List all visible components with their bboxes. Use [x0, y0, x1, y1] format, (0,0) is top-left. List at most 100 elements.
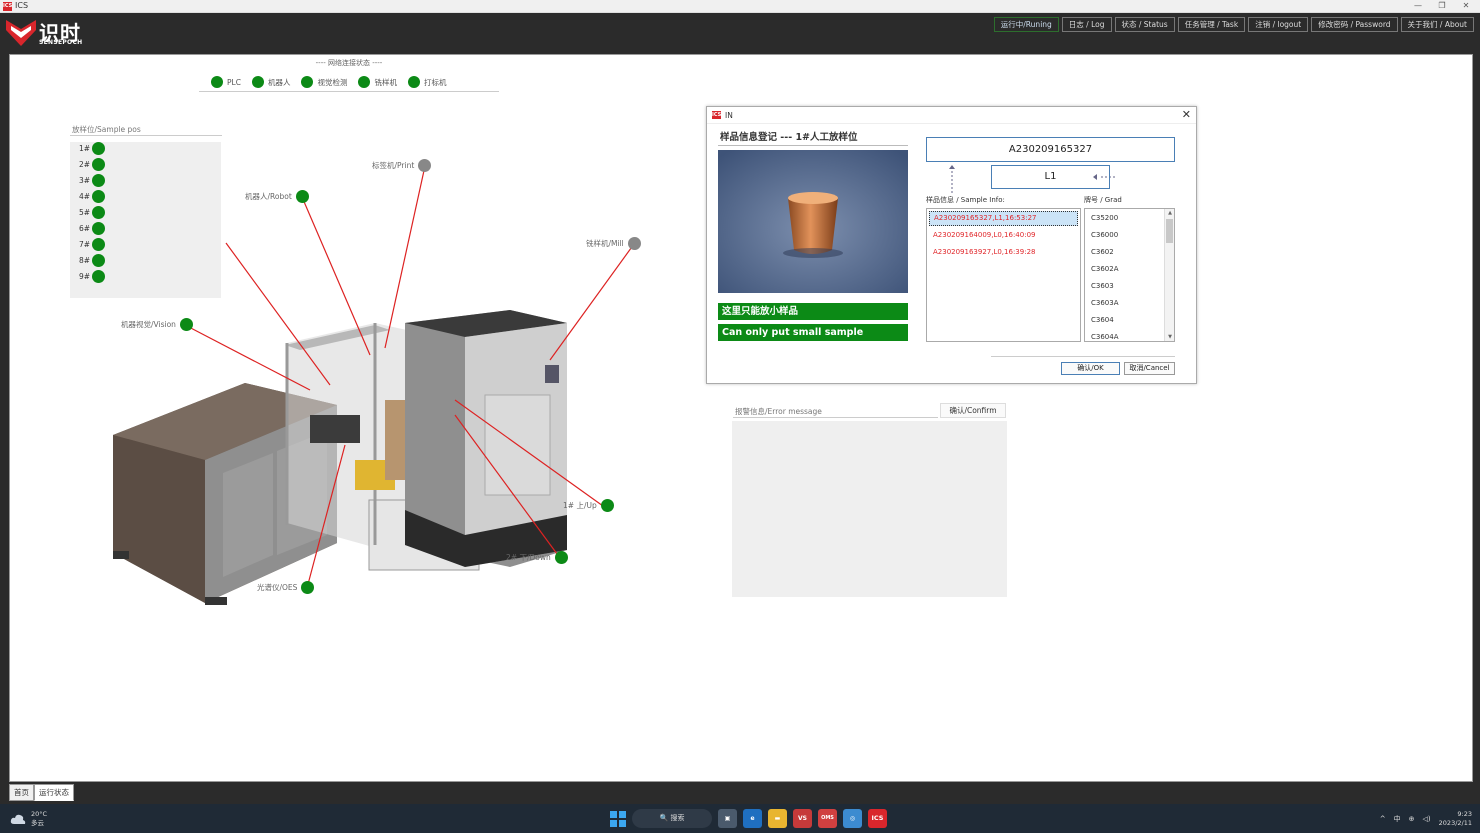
taskbar-search[interactable]: 🔍 搜索 — [632, 809, 712, 828]
callout-down[interactable]: 2# 下/Down — [506, 551, 568, 564]
grade-label: 牌号 / Grad — [1084, 196, 1122, 204]
tab-run-status[interactable]: 运行状态 — [34, 784, 74, 801]
cloud-icon — [10, 814, 26, 824]
callout-oes[interactable]: 光谱仪/OES — [257, 581, 315, 594]
scroll-thumb[interactable] — [1166, 219, 1173, 243]
list-item[interactable]: C3602A — [1091, 265, 1119, 273]
status-dot-icon — [295, 190, 309, 203]
callout-up[interactable]: 1# 上/Up — [563, 499, 614, 512]
tab-home[interactable]: 首页 — [9, 784, 34, 801]
net-status-robot: 机器人 — [251, 76, 290, 88]
net-status-mill: 铣样机 — [358, 76, 397, 88]
small-sample-warning-cn: 这里只能放小样品 — [718, 303, 908, 320]
location-input[interactable]: L1 — [991, 165, 1110, 189]
ime-indicator[interactable]: 中 — [1394, 814, 1401, 824]
sample-slot-2[interactable]: 2# — [70, 158, 105, 171]
sample-id-input[interactable]: A230209165327 — [926, 137, 1175, 162]
log-button[interactable]: 日志 / Log — [1061, 17, 1112, 32]
error-message-box — [732, 421, 1007, 597]
password-button[interactable]: 修改密码 / Password — [1311, 17, 1398, 32]
windows-start-icon[interactable] — [610, 810, 626, 827]
task-button[interactable]: 任务管理 / Task — [1177, 17, 1246, 32]
list-item[interactable]: C3604 — [1091, 316, 1114, 324]
clock[interactable]: 9:23 2023/2/11 — [1439, 810, 1472, 828]
status-dot-icon — [92, 270, 105, 283]
status-dot-icon — [179, 318, 193, 331]
weather-desc: 多云 — [31, 819, 44, 827]
status-dot-icon — [554, 551, 568, 564]
app-header: 识时 SENSEPOCH 运行中/Runing 日志 / Log 状态 / St… — [0, 13, 1480, 52]
list-item[interactable]: C3603A — [1091, 299, 1119, 307]
sample-info-list[interactable]: A230209165327,L1,16:53:27 A230209164009,… — [926, 208, 1081, 342]
network-icon[interactable]: ⊕ — [1409, 815, 1415, 823]
edge-browser-icon[interactable]: e — [743, 809, 762, 828]
cancel-button[interactable]: 取消/Cancel — [1124, 362, 1175, 375]
sample-slot-9[interactable]: 9# — [70, 270, 105, 283]
sample-slot-3[interactable]: 3# — [70, 174, 105, 187]
network-status: ---- 网络连接状态 ---- PLC 机器人 视觉检测 铣样机 打标机 — [199, 55, 499, 92]
ok-button[interactable]: 确认/OK — [1061, 362, 1120, 375]
list-item[interactable]: A230209165327,L1,16:53:27 — [929, 211, 1078, 226]
list-item[interactable]: C3603 — [1091, 282, 1114, 290]
weather-widget[interactable]: 20°C 多云 — [10, 810, 47, 828]
logo-text-en: SENSEPOCH — [39, 39, 83, 46]
sample-slot-5[interactable]: 5# — [70, 206, 105, 219]
close-icon[interactable]: ✕ — [1454, 0, 1478, 12]
volume-icon[interactable]: ◁) — [1423, 815, 1431, 823]
divider — [199, 91, 499, 92]
logout-button[interactable]: 注销 / logout — [1248, 17, 1309, 32]
status-dot-icon — [92, 190, 105, 203]
list-item[interactable]: C3604A — [1091, 333, 1119, 341]
list-item[interactable]: C3602 — [1091, 248, 1114, 256]
grade-list[interactable]: C35200 C36000 C3602 C3602A C3603 C3603A … — [1084, 208, 1175, 342]
callout-mill[interactable]: 铣样机/Mill — [586, 237, 641, 250]
vs-app-icon[interactable]: VS — [793, 809, 812, 828]
file-explorer-icon[interactable]: ▬ — [768, 809, 787, 828]
restore-icon[interactable]: ❐ — [1430, 0, 1454, 12]
status-dot-icon — [92, 206, 105, 219]
status-dot-icon — [301, 581, 315, 594]
main-panel: ---- 网络连接状态 ---- PLC 机器人 视觉检测 铣样机 打标机 放样… — [9, 54, 1473, 782]
about-button[interactable]: 关于我们 / About — [1400, 17, 1474, 32]
top-nav: 运行中/Runing 日志 / Log 状态 / Status 任务管理 / T… — [993, 17, 1474, 32]
status-dot-icon — [92, 174, 105, 187]
callout-vision[interactable]: 机器视觉/Vision — [121, 318, 193, 331]
callout-robot[interactable]: 机器人/Robot — [245, 190, 309, 203]
status-dot-icon — [627, 237, 641, 250]
list-item[interactable]: A230209163927,L0,16:39:28 — [929, 245, 1078, 260]
oms-app-icon[interactable]: OMS — [818, 809, 837, 828]
status-dot-icon — [92, 254, 105, 267]
status-dot-icon — [418, 159, 432, 172]
list-item[interactable]: C35200 — [1091, 214, 1118, 222]
divider — [718, 145, 908, 146]
divider — [733, 417, 938, 418]
dialog-title: IN — [725, 111, 733, 120]
scroll-down-icon[interactable]: ▼ — [1165, 334, 1175, 340]
sample-slot-1[interactable]: 1# — [70, 142, 105, 155]
weather-temp: 20°C — [31, 810, 48, 818]
network-app-icon[interactable]: ◎ — [843, 809, 862, 828]
sample-slot-6[interactable]: 6# — [70, 222, 105, 235]
status-dot-icon — [92, 142, 105, 155]
app-icon: ICS — [3, 2, 13, 11]
error-confirm-button[interactable]: 确认/Confirm — [940, 403, 1006, 418]
ics-app-icon[interactable]: ICS — [868, 809, 887, 828]
sample-slot-8[interactable]: 8# — [70, 254, 105, 267]
scroll-up-icon[interactable]: ▲ — [1165, 210, 1175, 216]
divider — [70, 135, 222, 136]
sample-slot-4[interactable]: 4# — [70, 190, 105, 203]
error-message-caption: 报警信息/Error message — [735, 407, 822, 416]
list-item[interactable]: C36000 — [1091, 231, 1118, 239]
tray-overflow-icon[interactable]: ^ — [1380, 815, 1386, 823]
status-button[interactable]: 状态 / Status — [1114, 17, 1175, 32]
minimize-icon[interactable]: — — [1406, 0, 1430, 12]
sample-pos-caption: 放样位/Sample pos — [72, 125, 141, 134]
sample-slot-7[interactable]: 7# — [70, 238, 105, 251]
callout-print[interactable]: 标签机/Print — [372, 159, 432, 172]
net-status-plc: PLC — [211, 76, 241, 88]
task-view-icon[interactable]: ▣ — [718, 809, 737, 828]
list-item[interactable]: A230209164009,L0,16:40:09 — [929, 228, 1078, 243]
grade-list-scrollbar[interactable]: ▲ ▼ — [1164, 209, 1174, 341]
dialog-close-icon[interactable]: ✕ — [1182, 108, 1191, 121]
running-status-button[interactable]: 运行中/Runing — [993, 17, 1059, 32]
